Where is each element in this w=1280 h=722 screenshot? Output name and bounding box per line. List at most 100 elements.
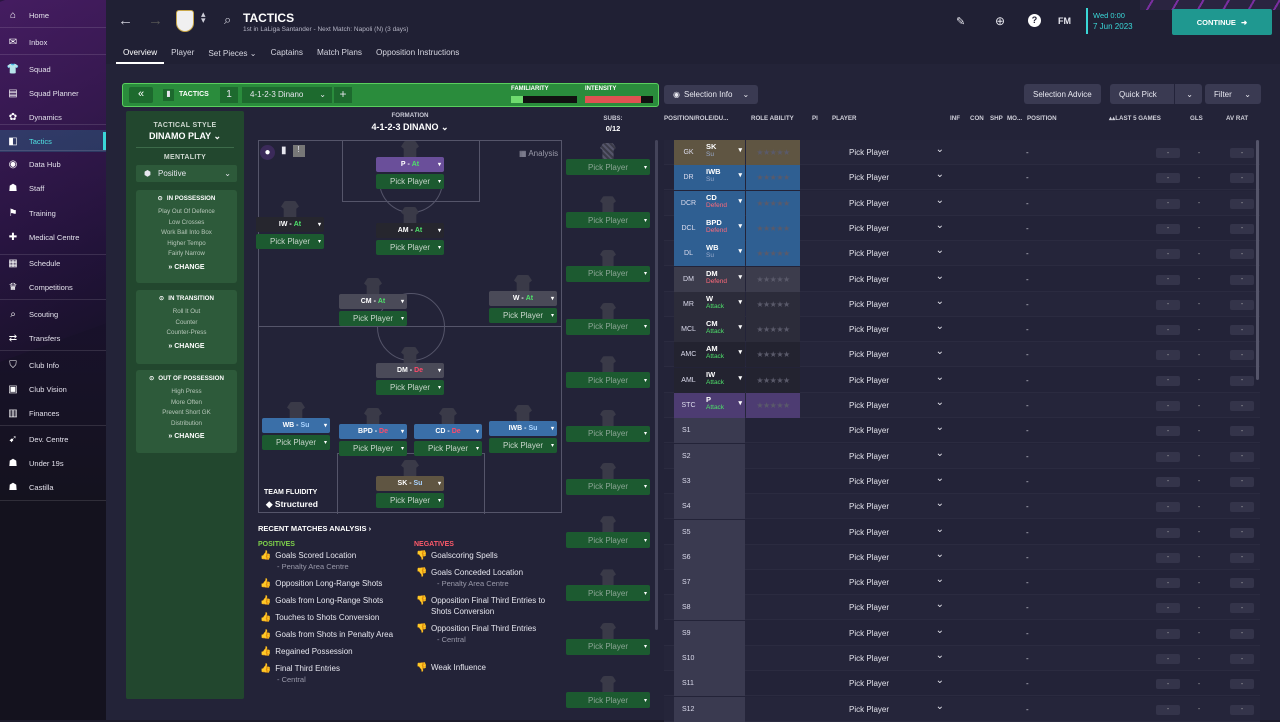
pick-player-dropdown[interactable]: Pick Player [566,638,650,655]
sub-slot[interactable]: Pick Player [566,622,650,655]
sub-slot[interactable]: Pick Player [566,516,650,549]
sidebar-item-competitions[interactable]: ♛ Competitions [0,276,106,298]
column-header[interactable]: POSITION [1027,115,1057,122]
column-header[interactable]: INF [950,115,960,122]
pick-player-dropdown[interactable]: Pick Player [566,478,650,495]
role-selector[interactable]: P Attack [703,393,745,418]
pick-player-dropdown[interactable]: Pick Player [849,418,944,443]
role-selector[interactable]: WB - Su [262,418,330,433]
role-selector[interactable]: DM - De [376,363,444,378]
role-selector[interactable]: SK - Su [376,476,444,491]
pick-player-dropdown[interactable]: Pick Player [849,368,944,393]
pitch-player-slot[interactable]: SK - Su Pick Player [376,460,444,508]
pick-player-dropdown[interactable]: Pick Player [849,191,944,216]
column-header[interactable]: PLAYER [832,115,857,122]
pick-player-dropdown[interactable]: Pick Player [566,265,650,282]
table-row[interactable]: S7Pick Player---- [664,570,1260,596]
role-selector[interactable]: DM Defend [703,266,745,292]
table-row[interactable]: S11Pick Player---- [664,671,1260,697]
pick-player-dropdown[interactable]: Pick Player [566,585,650,602]
pick-player-dropdown[interactable]: Pick Player [489,308,557,323]
player-view-icon[interactable]: ● [260,145,275,160]
role-selector[interactable]: AM Attack [703,342,745,368]
pick-player-dropdown[interactable]: Pick Player [849,267,944,292]
sidebar-item-transfers[interactable]: ⇄ Transfers [0,327,106,349]
pick-player-dropdown[interactable]: Pick Player [849,595,944,620]
pitch-player-slot[interactable]: WB - Su Pick Player [262,402,330,450]
table-row[interactable]: DMDMDefend★★★★★Pick Player---- [664,266,1260,292]
club-switch-icon[interactable]: ▴ ▾ [201,10,206,25]
role-selector[interactable]: W - At [489,291,557,306]
sidebar-item-tactics[interactable]: ◧ Tactics [0,130,106,152]
column-header[interactable]: ▴▴LAST 5 GAMES [1109,115,1161,122]
mentality-selector[interactable]: ⬢ Positive ⌄ [136,165,237,182]
pitch-player-slot[interactable]: BPD - De Pick Player [339,408,407,456]
role-selector[interactable]: IW Attack [703,367,745,393]
sub-slot[interactable]: Pick Player [566,409,650,442]
pick-player-dropdown[interactable]: Pick Player [489,438,557,453]
fm-menu-button[interactable]: FM [1058,16,1071,26]
pick-player-dropdown[interactable]: Pick Player [566,425,650,442]
change-possession-button[interactable]: » CHANGE [136,264,237,271]
role-selector[interactable]: IWB Su [703,165,745,191]
pick-player-dropdown[interactable]: Pick Player [339,441,407,456]
selection-info-button[interactable]: ◉ Selection Info ⌄ [664,85,759,104]
sidebar-item-scouting[interactable]: ⌕ Scouting [0,303,106,325]
table-row[interactable]: S12Pick Player---- [664,696,1260,722]
pick-player-dropdown[interactable]: Pick Player [566,318,650,335]
sidebar-item-training[interactable]: ⚑ Training [0,202,106,224]
pick-player-dropdown[interactable]: Pick Player [849,545,944,570]
pick-player-dropdown[interactable]: Pick Player [849,165,944,190]
sidebar-item-staff[interactable]: ☗ Staff [0,177,106,199]
pick-player-dropdown[interactable]: Pick Player [849,216,944,241]
analysis-toggle[interactable]: ▦ Analysis [519,149,558,158]
table-row[interactable]: S1Pick Player---- [664,418,1260,444]
pitch-player-slot[interactable]: DM - De Pick Player [376,347,444,395]
table-row[interactable]: S4Pick Player---- [664,494,1260,520]
subs-scrollbar[interactable] [655,140,658,630]
role-selector[interactable]: W Attack [703,291,745,317]
column-header[interactable]: PI [812,115,818,122]
table-row[interactable]: S9Pick Player---- [664,620,1260,646]
sub-slot[interactable]: Pick Player [566,249,650,282]
pick-player-dropdown[interactable]: Pick Player [849,342,944,367]
sidebar-item-squad[interactable]: 👕 Squad [0,58,106,80]
tab-opposition-instructions[interactable]: Opposition Instructions [369,45,466,64]
role-selector[interactable]: CD - De [414,424,482,439]
role-selector[interactable]: IWB - Su [489,421,557,436]
pick-player-dropdown[interactable]: Pick Player [339,311,407,326]
table-row[interactable]: S2Pick Player---- [664,443,1260,469]
sidebar-item-dev-centre[interactable]: ➹ Dev. Centre [0,428,106,450]
pick-player-dropdown[interactable]: Pick Player [566,692,650,708]
change-transition-button[interactable]: » CHANGE [136,343,237,350]
pick-player-dropdown[interactable]: Pick Player [376,240,444,255]
pick-player-dropdown[interactable]: Pick Player [376,174,444,189]
sidebar-item-squad-planner[interactable]: ▤ Squad Planner [0,82,106,104]
pick-player-dropdown[interactable]: Pick Player [849,646,944,671]
sub-slot[interactable]: Pick Player [566,143,650,175]
table-row[interactable]: S6Pick Player---- [664,544,1260,570]
pick-player-dropdown[interactable]: Pick Player [376,493,444,508]
role-selector[interactable]: WB Su [703,241,745,267]
world-icon[interactable]: ⊕ [995,14,1005,28]
table-row[interactable]: S3Pick Player---- [664,468,1260,494]
table-scrollbar[interactable] [1256,140,1259,380]
pick-player-dropdown[interactable]: Pick Player [849,697,944,722]
column-header[interactable]: GLS [1190,115,1203,122]
pitch-player-slot[interactable]: CM - At Pick Player [339,278,407,326]
column-header[interactable]: CON [970,115,984,122]
role-selector[interactable]: CM - At [339,294,407,309]
pick-player-dropdown[interactable]: Pick Player [262,435,330,450]
collapse-button[interactable]: « [129,87,153,103]
pitch-player-slot[interactable]: CD - De Pick Player [414,408,482,456]
role-selector[interactable]: BPD Defend [703,215,745,241]
column-header[interactable]: ROLE ABILITY [751,115,794,122]
sub-slot[interactable]: Pick Player [566,676,650,708]
recent-analysis-link[interactable]: RECENT MATCHES ANALYSIS › [258,524,371,533]
pick-player-dropdown[interactable]: Pick Player [849,494,944,519]
sub-slot[interactable]: Pick Player [566,356,650,389]
role-selector[interactable]: SK Su [703,140,745,165]
pick-player-dropdown[interactable]: Pick Player [566,212,650,229]
table-row[interactable]: S8Pick Player---- [664,595,1260,621]
table-row[interactable]: MCLCMAttack★★★★★Pick Player---- [664,317,1260,343]
